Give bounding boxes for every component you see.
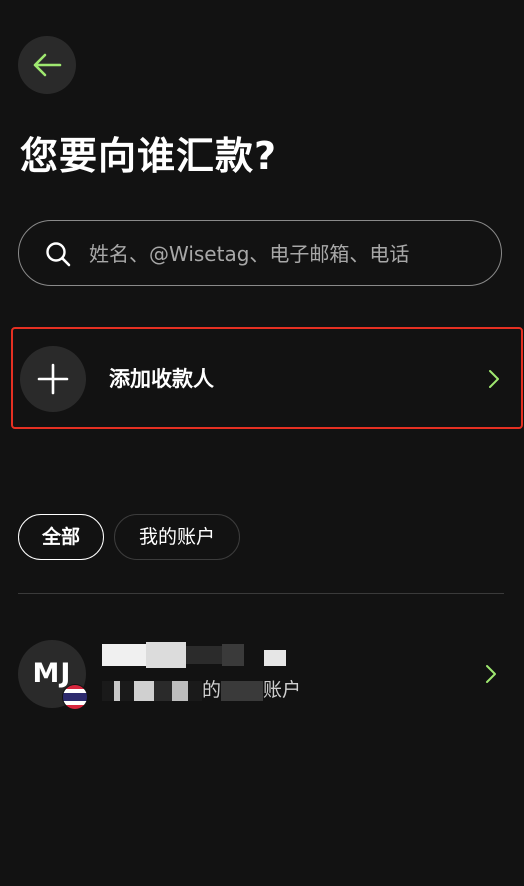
filter-chip-my-accounts[interactable]: 我的账户 bbox=[114, 514, 240, 560]
search-input[interactable] bbox=[87, 233, 491, 275]
recipient-name-redacted bbox=[102, 642, 302, 668]
recipient-subtitle-redacted-2 bbox=[221, 680, 264, 701]
add-recipient-row[interactable]: 添加收款人 bbox=[11, 327, 523, 429]
recipient-subtitle-middle: 的 bbox=[202, 679, 222, 701]
divider bbox=[18, 593, 504, 594]
recipient-subtitle: 的 账户 bbox=[102, 678, 301, 702]
back-button[interactable] bbox=[18, 36, 76, 94]
search-icon bbox=[46, 242, 71, 267]
add-recipient-label: 添加收款人 bbox=[109, 367, 214, 391]
page-title: 您要向谁汇款? bbox=[20, 134, 278, 178]
chevron-right-icon bbox=[486, 665, 496, 683]
add-recipient-icon-circle bbox=[20, 346, 86, 412]
filter-chip-all[interactable]: 全部 bbox=[18, 514, 104, 560]
recipient-subtitle-redacted bbox=[102, 680, 202, 701]
plus-icon bbox=[37, 363, 69, 395]
thailand-flag-icon bbox=[62, 684, 88, 710]
chevron-right-icon bbox=[489, 370, 499, 388]
arrow-left-icon bbox=[33, 53, 62, 77]
search-field[interactable] bbox=[18, 220, 502, 286]
recipient-row[interactable]: MJ 的账户 bbox=[18, 632, 506, 716]
recipient-subtitle-suffix: 账户 bbox=[263, 679, 302, 701]
